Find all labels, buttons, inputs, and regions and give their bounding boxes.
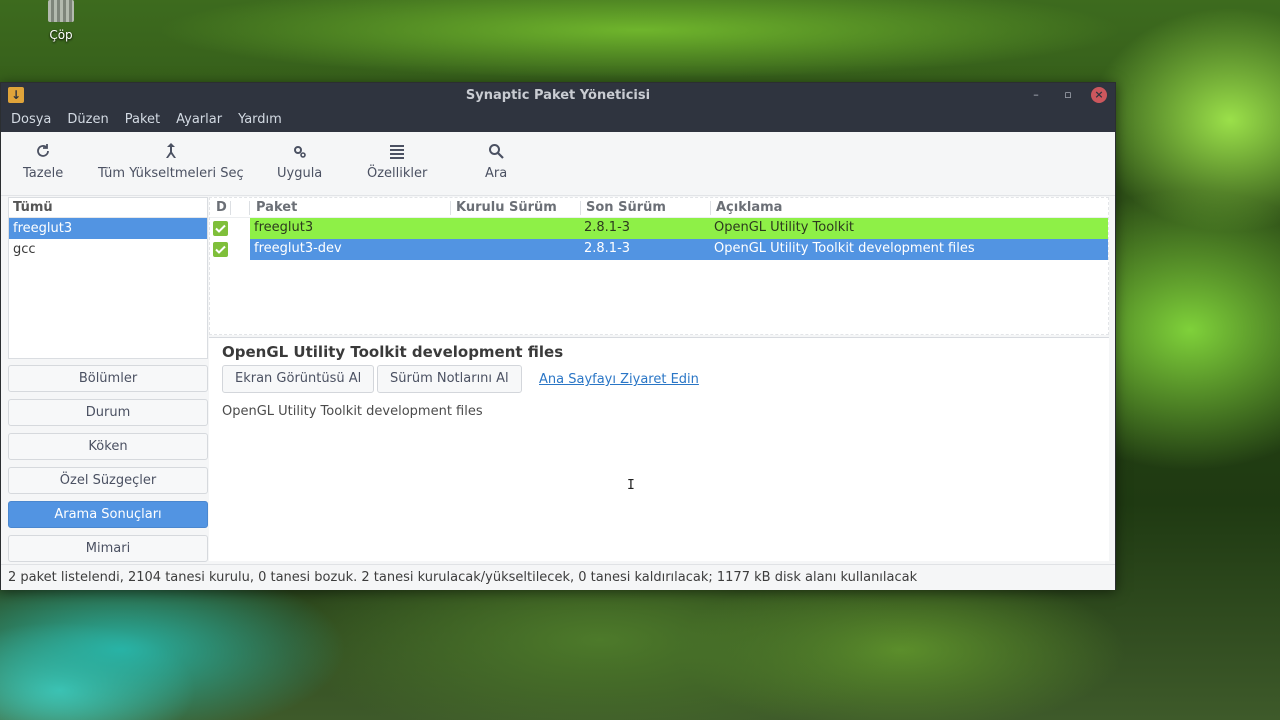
menu-settings[interactable]: Ayarlar: [168, 112, 230, 127]
details-title: OpenGL Utility Toolkit development files: [222, 343, 564, 361]
column-separator: [580, 201, 581, 215]
apply-gears-icon: [277, 140, 322, 162]
apply-label: Uygula: [277, 166, 323, 181]
origin-button[interactable]: Köken: [8, 433, 208, 460]
get-screenshot-button[interactable]: Ekran Görüntüsü Al: [222, 365, 375, 393]
search-icon: [485, 140, 507, 162]
toolbar: Tazele Tüm Yükseltmeleri Seç Uygula Özel…: [1, 132, 1115, 196]
trash-label: Çöp: [49, 28, 73, 42]
menu-bar: Dosya Düzen Paket Ayarlar Yardım: [1, 107, 1115, 132]
search-label: Ara: [485, 166, 508, 181]
table-row[interactable]: freeglut3 2.8.1-3 OpenGL Utility Toolkit: [210, 218, 1108, 239]
package-name: freeglut3: [254, 220, 314, 235]
filter-list: Tümü freeglut3 gcc: [8, 197, 208, 359]
column-package[interactable]: Paket: [256, 200, 297, 215]
checkbox-marked-icon[interactable]: [213, 221, 228, 236]
get-changelog-button[interactable]: Sürüm Notlarını Al: [377, 365, 522, 393]
package-latest-version: 2.8.1-3: [584, 220, 631, 235]
menu-package[interactable]: Paket: [117, 112, 168, 127]
checkbox-marked-icon[interactable]: [213, 242, 228, 257]
architecture-button[interactable]: Mimari: [8, 535, 208, 562]
upgrade-icon: [98, 140, 244, 162]
column-separator: [450, 201, 451, 215]
table-row[interactable]: freeglut3-dev 2.8.1-3 OpenGL Utility Too…: [210, 239, 1108, 260]
package-table-header: D Paket Kurulu Sürüm Son Sürüm Açıklama: [210, 198, 1108, 218]
column-latest-version[interactable]: Son Sürüm: [586, 200, 666, 215]
mark-all-upgrades-label: Tüm Yükseltmeleri Seç: [98, 166, 244, 181]
custom-filters-button[interactable]: Özel Süzgeçler: [8, 467, 208, 494]
package-name: freeglut3-dev: [254, 241, 342, 256]
reload-icon: [23, 140, 63, 162]
package-description: OpenGL Utility Toolkit development files: [714, 241, 975, 256]
menu-edit[interactable]: Düzen: [59, 112, 116, 127]
trash-desktop-icon[interactable]: Çöp: [36, 0, 86, 42]
search-button[interactable]: Ara: [485, 140, 507, 181]
text-cursor-icon: I: [627, 478, 635, 493]
package-description: OpenGL Utility Toolkit: [714, 220, 855, 235]
close-icon[interactable]: ×: [1091, 87, 1107, 103]
reload-button[interactable]: Tazele: [23, 140, 63, 181]
column-installed-version[interactable]: Kurulu Sürüm: [456, 200, 557, 215]
reload-label: Tazele: [23, 166, 64, 181]
column-description[interactable]: Açıklama: [716, 200, 782, 215]
properties-label: Özellikler: [367, 166, 428, 181]
sections-button[interactable]: Bölümler: [8, 365, 208, 392]
apply-button[interactable]: Uygula: [277, 140, 322, 181]
column-status[interactable]: D: [216, 200, 227, 215]
row-highlight: [250, 239, 1108, 260]
package-latest-version: 2.8.1-3: [584, 241, 631, 256]
search-results-button[interactable]: Arama Sonuçları: [8, 501, 208, 528]
menu-file[interactable]: Dosya: [3, 112, 59, 127]
maximize-icon[interactable]: ▫: [1059, 86, 1077, 104]
mark-all-upgrades-button[interactable]: Tüm Yükseltmeleri Seç: [98, 140, 244, 181]
filter-item-freeglut3[interactable]: freeglut3: [9, 218, 207, 239]
properties-list-icon: [367, 140, 427, 162]
status-bar: 2 paket listelendi, 2104 tanesi kurulu, …: [1, 564, 1115, 590]
details-description: OpenGL Utility Toolkit development files: [222, 404, 483, 419]
window-title: Synaptic Paket Yöneticisi: [465, 87, 651, 103]
row-highlight: [250, 218, 1108, 239]
column-separator: [710, 201, 711, 215]
menu-help[interactable]: Yardım: [230, 112, 290, 127]
title-bar[interactable]: ↓ Synaptic Paket Yöneticisi – ▫ ×: [1, 83, 1115, 107]
synaptic-window: ↓ Synaptic Paket Yöneticisi – ▫ × Dosya …: [0, 82, 1116, 590]
homepage-link[interactable]: Ana Sayfayı Ziyaret Edin: [539, 372, 699, 387]
package-table: D Paket Kurulu Sürüm Son Sürüm Açıklama …: [209, 197, 1109, 335]
package-details-panel: OpenGL Utility Toolkit development files…: [209, 337, 1109, 561]
filter-item-gcc[interactable]: gcc: [9, 239, 207, 260]
column-separator: [249, 201, 250, 215]
status-button[interactable]: Durum: [8, 399, 208, 426]
properties-button[interactable]: Özellikler: [367, 140, 427, 181]
trash-icon: [48, 0, 74, 22]
filter-list-header[interactable]: Tümü: [9, 198, 207, 218]
minimize-icon[interactable]: –: [1027, 86, 1045, 104]
column-separator: [230, 201, 231, 215]
